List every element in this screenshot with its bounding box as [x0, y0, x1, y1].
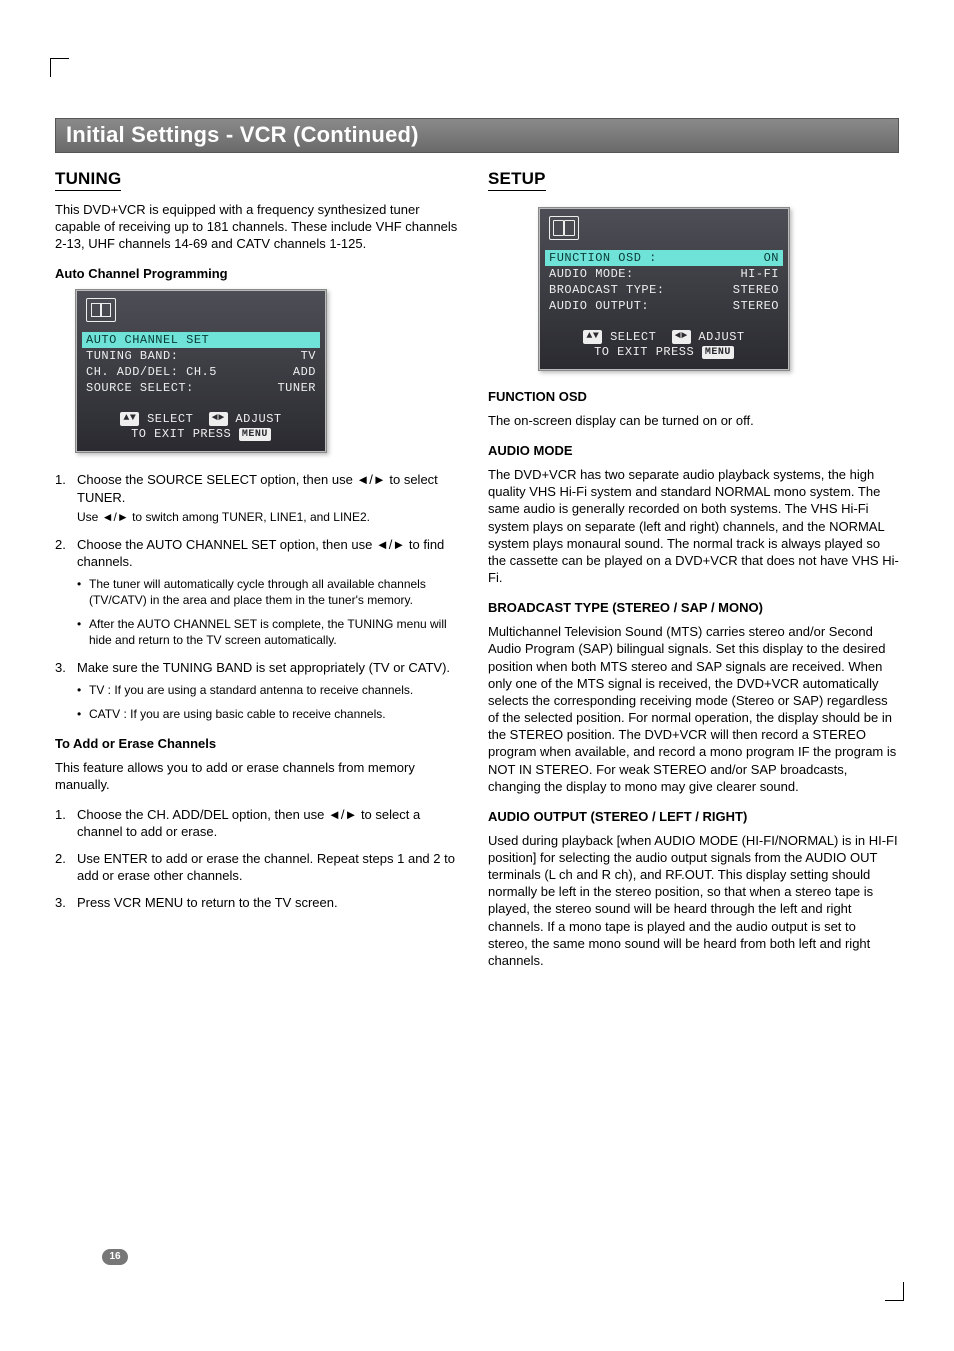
list-item: 1.Choose the SOURCE SELECT option, then …: [55, 471, 466, 525]
osd-value: TUNER: [277, 381, 316, 395]
steps-auto-channel: 1.Choose the SOURCE SELECT option, then …: [55, 471, 466, 722]
add-erase-intro: This feature allows you to add or erase …: [55, 759, 466, 793]
heading-setup: SETUP: [488, 169, 546, 191]
osd-label: AUDIO OUTPUT:: [549, 299, 649, 313]
sub-audio-mode: AUDIO MODE: [488, 443, 899, 458]
list-item: 1.Choose the CH. ADD/DEL option, then us…: [55, 806, 466, 840]
osd-row-audio-output: AUDIO OUTPUT: STEREO: [549, 298, 779, 314]
osd-row-function-osd: FUNCTION OSD : ON: [545, 250, 783, 266]
step-text: Choose the CH. ADD/DEL option, then use …: [77, 807, 420, 839]
page-number: 16: [102, 1249, 128, 1265]
osd-setup: FUNCTION OSD : ON AUDIO MODE: HI-FI BROADC…: [538, 207, 790, 371]
step-text: Make sure the TUNING BAND is set appropr…: [77, 660, 450, 675]
title-bar: Initial Settings - VCR (Continued): [55, 118, 899, 153]
osd-footer: ▲▼ SELECT ◄► ADJUST TO EXIT PRESS MENU: [549, 330, 779, 359]
osd-label: CH. ADD/DEL: CH.5: [86, 365, 217, 379]
osd-foot-select: SELECT: [610, 330, 656, 344]
osd-foot-adjust: ADJUST: [698, 330, 744, 344]
list-item: TV : If you are using a standard antenna…: [77, 682, 466, 698]
sub-auto-channel: Auto Channel Programming: [55, 266, 466, 281]
sub-add-erase: To Add or Erase Channels: [55, 736, 466, 751]
list-item: 2.Choose the AUTO CHANNEL SET option, th…: [55, 536, 466, 649]
sub-broadcast-type: BROADCAST TYPE (STEREO / SAP / MONO): [488, 600, 899, 615]
text-audio-mode: The DVD+VCR has two separate audio playb…: [488, 466, 899, 586]
step-text: Press VCR MENU to return to the TV scree…: [77, 895, 338, 910]
menu-pill: MENU: [239, 428, 271, 441]
heading-tuning: TUNING: [55, 169, 121, 191]
list-item: 2.Use ENTER to add or erase the channel.…: [55, 850, 466, 884]
steps-add-erase: 1.Choose the CH. ADD/DEL option, then us…: [55, 806, 466, 912]
step-note: Use ◄/► to switch among TUNER, LINE1, an…: [77, 510, 466, 526]
sub-function-osd: FUNCTION OSD: [488, 389, 899, 404]
osd-foot-exit: TO EXIT PRESS: [131, 427, 231, 441]
up-down-icon: ▲▼: [120, 412, 139, 426]
osd-setup-icon: [549, 216, 579, 240]
osd-value: ON: [764, 251, 779, 265]
osd-foot-adjust: ADJUST: [235, 412, 281, 426]
osd-foot-select: SELECT: [147, 412, 193, 426]
osd-label: BROADCAST TYPE:: [549, 283, 665, 297]
step-text: Use ENTER to add or erase the channel. R…: [77, 851, 455, 883]
left-right-icon: ◄►: [672, 330, 691, 344]
osd-row-ch-add-del: CH. ADD/DEL: CH.5 ADD: [86, 364, 316, 380]
osd-value: TV: [301, 349, 316, 363]
crop-mark-br: [885, 1282, 904, 1301]
osd-value: STEREO: [733, 299, 779, 313]
osd-row-broadcast-type: BROADCAST TYPE: STEREO: [549, 282, 779, 298]
list-item: CATV : If you are using basic cable to r…: [77, 706, 466, 722]
text-function-osd: The on-screen display can be turned on o…: [488, 412, 899, 429]
osd-tuning-icon: [86, 298, 116, 322]
tuning-intro: This DVD+VCR is equipped with a frequenc…: [55, 201, 466, 252]
osd-foot-exit: TO EXIT PRESS: [594, 345, 694, 359]
osd-value: ADD: [293, 365, 316, 379]
osd-label: AUTO CHANNEL SET: [86, 333, 209, 347]
osd-value: HI-FI: [740, 267, 779, 281]
text-audio-output: Used during playback [when AUDIO MODE (H…: [488, 832, 899, 969]
page-title: Initial Settings - VCR (Continued): [66, 122, 888, 148]
list-item: 3.Make sure the TUNING BAND is set appro…: [55, 659, 466, 723]
sub-audio-output: AUDIO OUTPUT (STEREO / LEFT / RIGHT): [488, 809, 899, 824]
crop-mark-tl: [50, 58, 69, 77]
text-broadcast-type: Multichannel Television Sound (MTS) carr…: [488, 623, 899, 795]
step-text: Choose the SOURCE SELECT option, then us…: [77, 472, 438, 504]
left-right-icon: ◄►: [209, 412, 228, 426]
list-item: 3.Press VCR MENU to return to the TV scr…: [55, 894, 466, 911]
osd-label: AUDIO MODE:: [549, 267, 634, 281]
osd-row-source-select: SOURCE SELECT: TUNER: [86, 380, 316, 396]
list-item: After the AUTO CHANNEL SET is complete, …: [77, 616, 466, 648]
osd-label: TUNING BAND:: [86, 349, 178, 363]
osd-label: FUNCTION OSD :: [549, 251, 657, 265]
osd-row-tuning-band: TUNING BAND: TV: [86, 348, 316, 364]
menu-pill: MENU: [702, 346, 734, 359]
step-text: Choose the AUTO CHANNEL SET option, then…: [77, 537, 444, 569]
osd-label: SOURCE SELECT:: [86, 381, 194, 395]
osd-footer: ▲▼ SELECT ◄► ADJUST TO EXIT PRESS MENU: [86, 412, 316, 441]
osd-row-auto-channel-set: AUTO CHANNEL SET: [82, 332, 320, 348]
up-down-icon: ▲▼: [583, 330, 602, 344]
osd-row-audio-mode: AUDIO MODE: HI-FI: [549, 266, 779, 282]
osd-tuning: AUTO CHANNEL SET TUNING BAND: TV CH. ADD/…: [75, 289, 327, 453]
osd-value: STEREO: [733, 283, 779, 297]
list-item: The tuner will automatically cycle throu…: [77, 576, 466, 608]
